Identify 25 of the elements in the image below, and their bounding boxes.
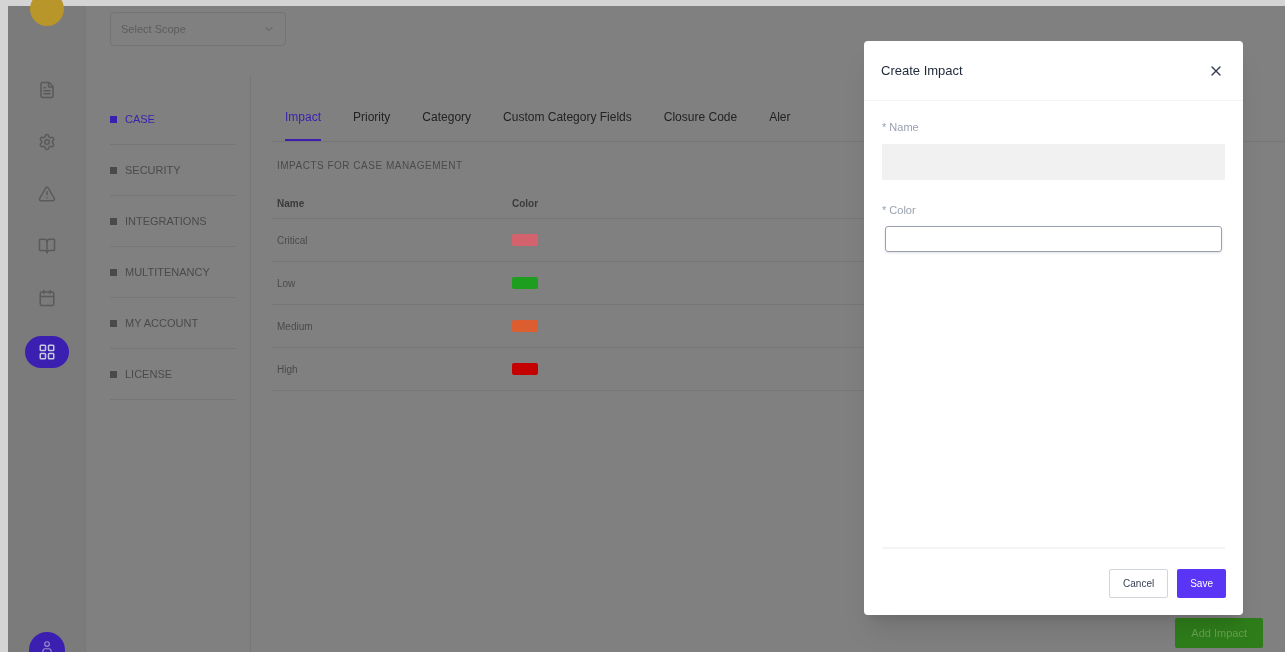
tab[interactable]: Closure Code bbox=[663, 94, 738, 141]
tab[interactable]: Aler bbox=[769, 94, 791, 141]
color-field[interactable] bbox=[885, 226, 1222, 252]
add-button[interactable]: Add Impact bbox=[1175, 618, 1263, 648]
tab[interactable]: Custom Category Fields bbox=[503, 94, 632, 141]
tab[interactable]: Category bbox=[422, 94, 472, 141]
cancel-button[interactable]: Cancel bbox=[1109, 569, 1169, 598]
avatar[interactable] bbox=[29, 0, 64, 26]
warning-icon bbox=[37, 185, 56, 203]
user-icon bbox=[40, 640, 54, 652]
tab[interactable]: Priority bbox=[353, 94, 391, 141]
dialog-title: Create Impact bbox=[881, 61, 963, 80]
field-label: * Name bbox=[882, 120, 919, 135]
tab[interactable]: Impact bbox=[285, 94, 321, 141]
grid-icon bbox=[37, 343, 56, 361]
column-header: Color bbox=[512, 197, 539, 211]
gear-icon bbox=[37, 133, 56, 151]
nav-button[interactable] bbox=[24, 336, 69, 368]
save-button[interactable]: Save bbox=[1177, 569, 1226, 598]
book-icon bbox=[37, 237, 56, 255]
field-label: * Color bbox=[882, 202, 916, 218]
file-icon bbox=[37, 81, 56, 99]
column-header: Name bbox=[277, 197, 306, 211]
settings-menu-item[interactable]: CASE bbox=[110, 94, 236, 145]
calendar-icon bbox=[37, 289, 56, 307]
